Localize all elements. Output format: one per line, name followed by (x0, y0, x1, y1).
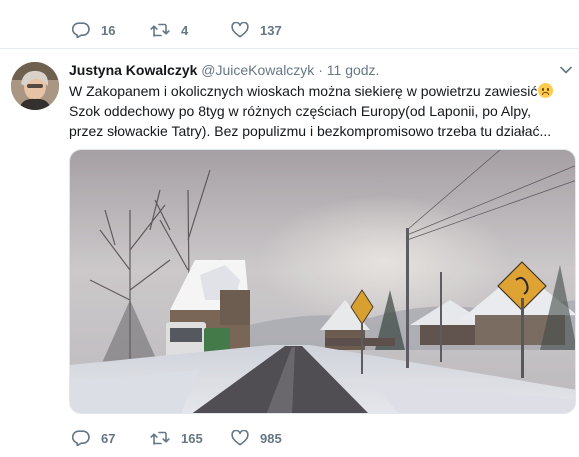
like-button[interactable]: 137 (231, 22, 282, 38)
reply-button[interactable]: 67 (72, 430, 115, 446)
retweet-count: 165 (181, 430, 203, 446)
tweet-photo[interactable] (69, 149, 576, 414)
timestamp[interactable]: 11 godz. (327, 62, 380, 78)
tweet-text-rest: Szok oddechowy po 8tyg w różnych częścia… (69, 103, 552, 139)
like-count: 137 (260, 22, 282, 38)
retweet-icon (150, 23, 170, 37)
chevron-down-icon[interactable] (560, 66, 572, 74)
tweet[interactable]: Justyna Kowalczyk @JuiceKowalczyk · 11 g… (0, 49, 579, 457)
tweet-header: Justyna Kowalczyk @JuiceKowalczyk · 11 g… (69, 62, 379, 78)
like-icon (231, 22, 249, 38)
separator: · (318, 62, 323, 78)
tweet-text-line1: W Zakopanem i okolicznych wioskach można… (69, 83, 538, 99)
avatar[interactable] (11, 62, 59, 110)
retweet-count: 4 (181, 22, 189, 38)
reply-count: 16 (101, 22, 116, 38)
retweet-button[interactable]: 165 (150, 430, 203, 446)
avatar-photo (11, 62, 59, 110)
author-handle[interactable]: @JuiceKowalczyk (201, 62, 314, 78)
winter-road-photo (70, 150, 575, 413)
like-icon (231, 430, 249, 446)
retweet-button[interactable]: 4 (150, 22, 188, 38)
frowning-face-emoji-icon (538, 83, 554, 98)
reply-button[interactable]: 16 (72, 22, 115, 38)
reply-count: 67 (101, 430, 116, 446)
reply-icon (72, 22, 90, 38)
tweet-text: W Zakopanem i okolicznych wioskach można… (69, 81, 569, 141)
retweet-icon (150, 431, 170, 445)
reply-icon (72, 430, 90, 446)
author-name[interactable]: Justyna Kowalczyk (69, 62, 197, 78)
like-count: 985 (260, 430, 282, 446)
previous-tweet-actions: 16 4 137 (0, 0, 579, 49)
like-button[interactable]: 985 (231, 430, 282, 446)
